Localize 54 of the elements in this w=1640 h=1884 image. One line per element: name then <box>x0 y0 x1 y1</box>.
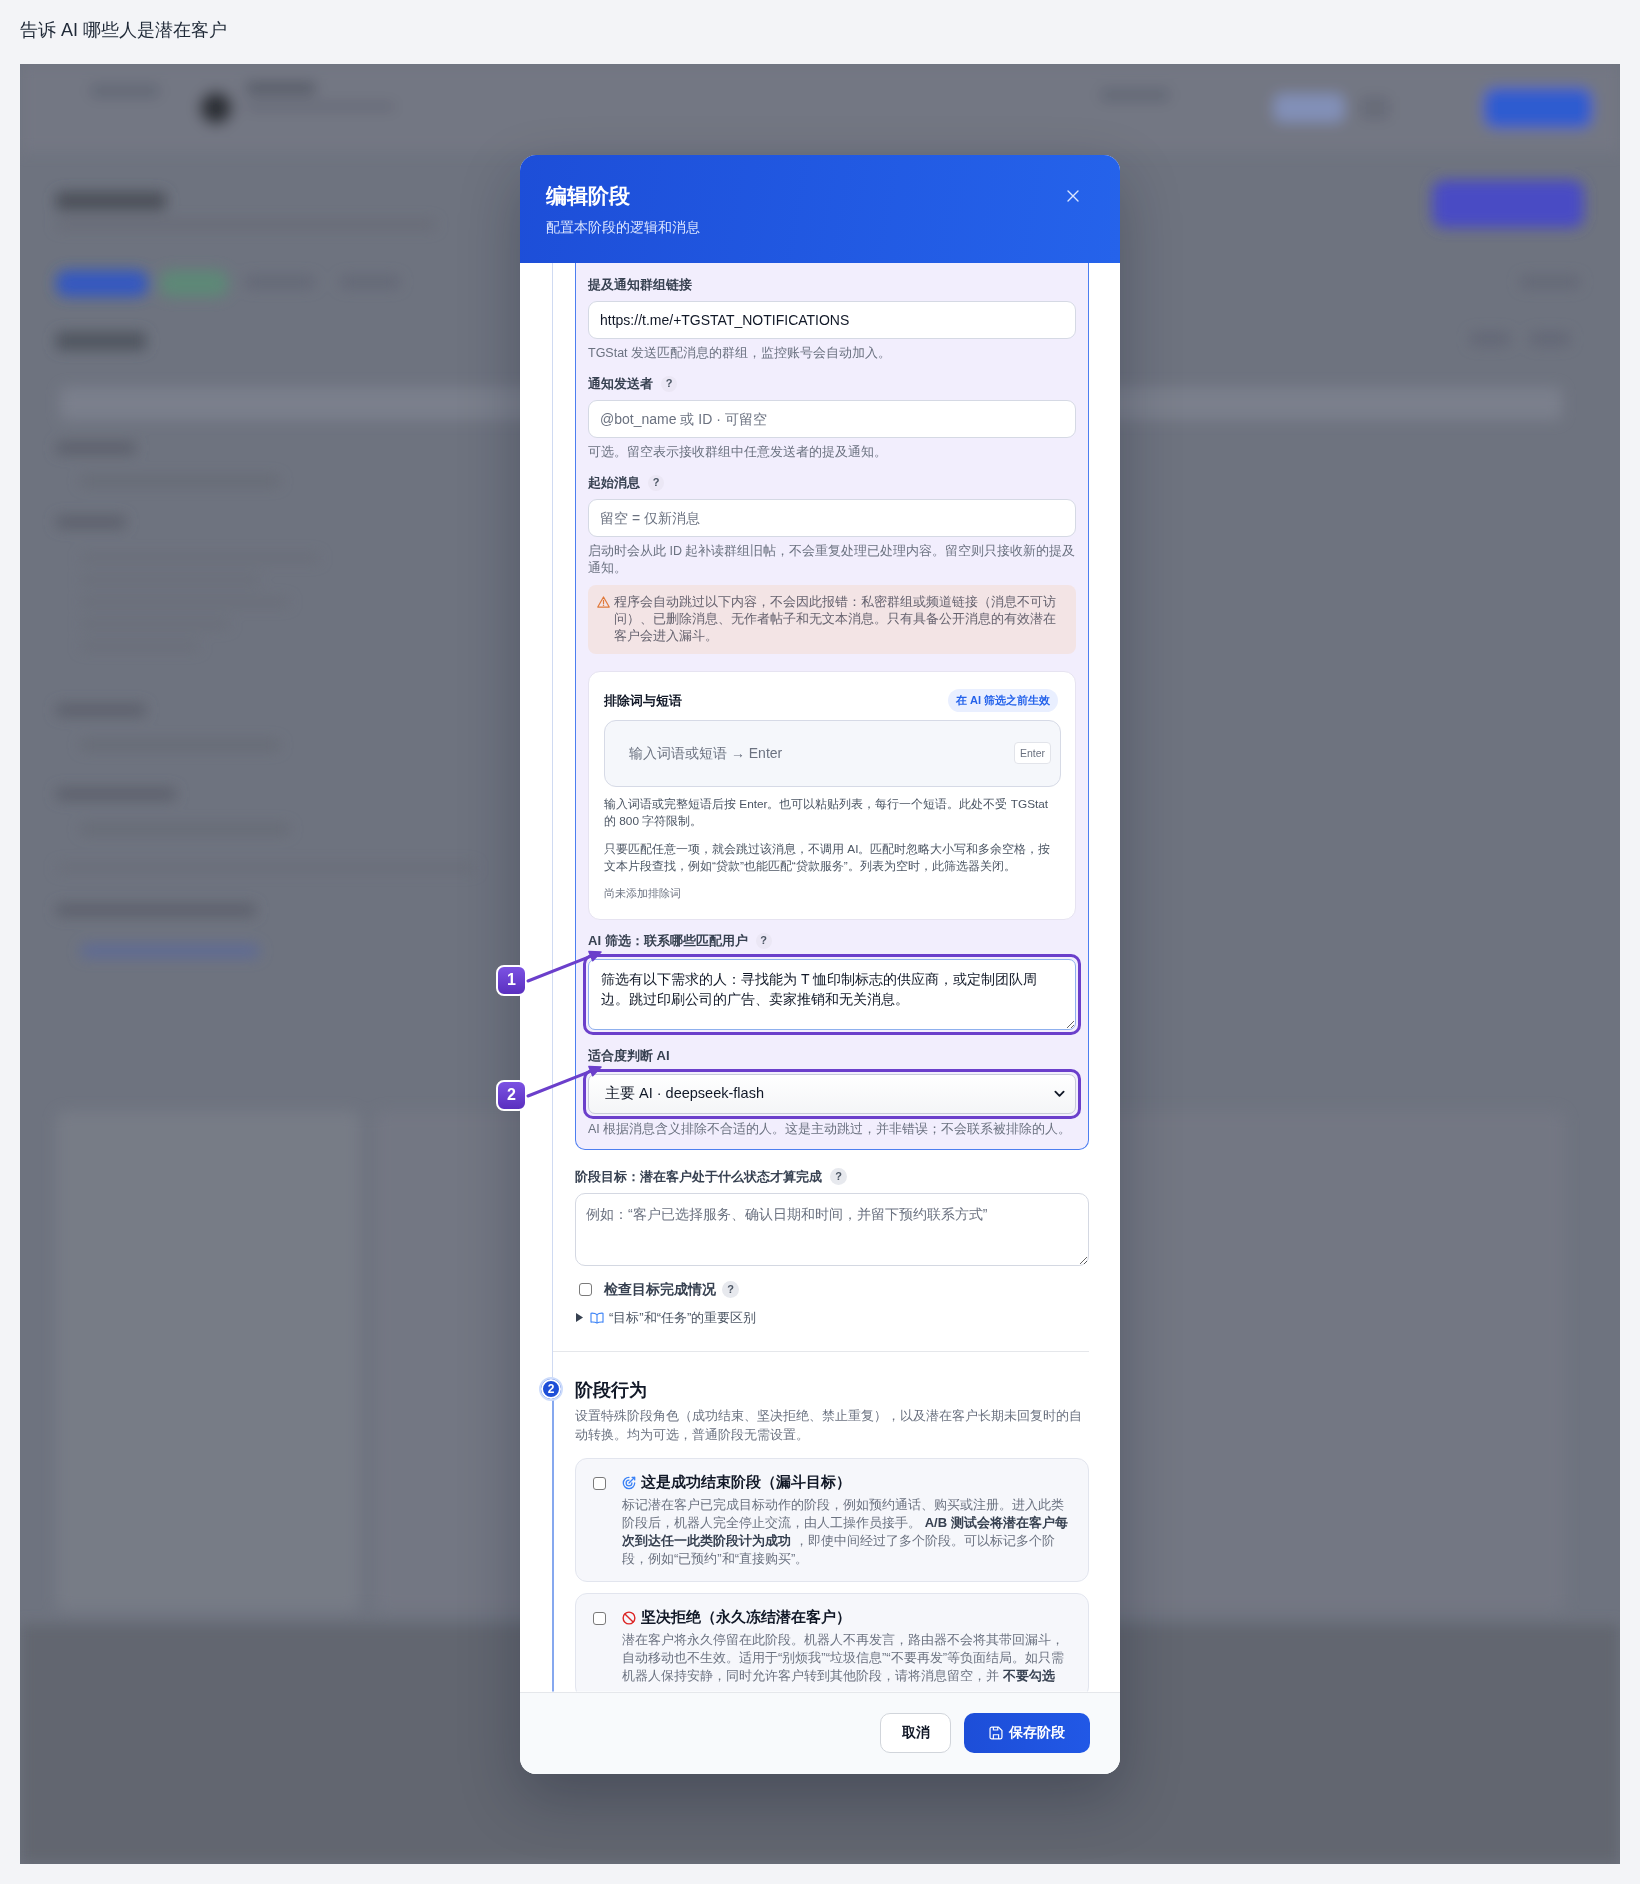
enter-key-hint: Enter <box>1013 742 1051 764</box>
field-label: AI 筛选：联系哪些匹配用户 <box>588 931 748 950</box>
disclosure-toggle[interactable]: “目标”和“任务”的重要区别 <box>575 1308 757 1327</box>
warning-text: 程序会自动跳过以下内容，不会因此报错：私密群组或频道链接（消息不可访问）、已删除消息、无作者帖子和无文本消息。只有具备公开消息的有效潜在客户会进入漏斗。 <box>614 593 1057 645</box>
option-description: 潜在客户将永久停留在此阶段。机器人不再发言，路由器不会将其带回漏斗，自动移动也不生效。适用于“别烦我”“垃圾信息”“不要再发”等负面结局。如只需机器人保持安静，同时允许客户转到其他阶段，请将消息留空，并 不要勾选 <box>622 1630 1065 1685</box>
chevron-down-icon <box>1054 1089 1065 1098</box>
cancel-button[interactable]: 取消 <box>880 1713 951 1753</box>
checkbox[interactable] <box>593 1476 606 1490</box>
help-mark[interactable]: ? <box>661 375 677 392</box>
checkbox[interactable] <box>579 1283 592 1296</box>
help-mark[interactable]: ? <box>722 1281 739 1298</box>
dialog-title: 编辑阶段 <box>546 182 630 209</box>
step-number: 2 <box>539 1376 563 1401</box>
field-label: 起始消息 <box>588 473 640 492</box>
model-select[interactable]: 主要 AI · deepseek-flash <box>588 1073 1076 1114</box>
section-title: 阶段行为 <box>575 1378 647 1402</box>
field-label: 通知发送者 <box>588 374 653 393</box>
prohibited-icon <box>622 1610 636 1625</box>
warning-icon <box>597 595 610 608</box>
goal-textarea[interactable]: 例如：“客户已选择服务、确认日期和时间，并留下预约联系方式” <box>575 1192 1089 1266</box>
save-icon <box>989 1726 1003 1740</box>
exclusion-note: 输入词语或完整短语后按 Enter。也可以粘贴列表，每行一个短语。此处不受 TGStat 的 800 字符限制。 <box>604 795 1050 830</box>
option-title: 这是成功结束阶段（漏斗目标） <box>641 1473 851 1492</box>
dialog-subtitle: 配置本阶段的逻辑和消息 <box>546 218 700 237</box>
book-icon <box>590 1311 604 1324</box>
annotation-number: 1 <box>496 964 527 996</box>
text-input[interactable]: 留空 = 仅新消息 <box>588 498 1076 537</box>
help-mark[interactable]: ? <box>830 1168 847 1185</box>
criteria-textarea[interactable]: 筛选有以下需求的人：寻找能为 T 恤印制标志的供应商，或定制团队周边。跳过印刷公司的广告、卖家推销和无关消息。 <box>588 958 1076 1030</box>
option-title: 坚决拒绝（永久冻结潜在客户） <box>641 1608 851 1627</box>
checkbox[interactable] <box>593 1611 606 1625</box>
scope-tag: 在 AI 筛选之前生效 <box>947 689 1058 712</box>
close-icon <box>1067 189 1079 202</box>
target-icon <box>622 1475 636 1490</box>
help-mark[interactable]: ? <box>755 932 772 949</box>
text-input[interactable]: @bot_name 或 ID · 可留空 <box>588 399 1076 438</box>
option-description: 标记潜在客户已完成目标动作的阶段，例如预约通话、购买或注册。进入此类阶段后，机器人完全停止交流，由人工操作员接手。 A/B 测试会将潜在客户每次到达任一此类阶段计为成功 ，即使中间经过了多个阶段。可以标记多个阶段，例如“已预约”和“直接购买”。 <box>622 1495 1069 1568</box>
section-description: 设置特殊阶段角色（成功结束、坚决拒绝、禁止重复），以及潜在客户长期未回复时的自动转换。均为可选，普通阶段无需设置。 <box>575 1406 1083 1444</box>
exclusion-title: 排除词与短语 <box>604 691 682 710</box>
exclusion-note: 只要匹配任意一项，就会跳过该消息，不调用 AI。匹配时忽略大小写和多余空格，按文本片段查找，例如“贷款”也能匹配“贷款服务”。列表为空时，此筛选器关闭。 <box>604 840 1052 875</box>
field-label: 阶段目标：潜在客户处于什么状态才算完成 <box>575 1167 822 1186</box>
field-hint: 启动时会从此 ID 起补读群组旧帖，不会重复处理已处理内容。留空则只接收新的提及通知。 <box>588 542 1076 577</box>
page-title: 告诉 AI 哪些人是潜在客户 <box>20 19 227 42</box>
field-hint: AI 根据消息含义排除不合适的人。这是主动跳过，并非错误；不会联系被排除的人。 <box>588 1120 1073 1138</box>
field-hint: 可选。留空表示接收群组中任意发送者的提及通知。 <box>588 443 888 461</box>
annotation-number: 2 <box>496 1079 527 1111</box>
text-input[interactable]: https://t.me/+TGSTAT_NOTIFICATIONS <box>588 300 1076 339</box>
checkbox-label: 检查目标完成情况 <box>604 1280 716 1299</box>
field-label: 适合度判断 AI <box>588 1046 670 1065</box>
help-mark[interactable]: ? <box>648 474 664 491</box>
save-button[interactable]: 保存阶段 <box>964 1713 1090 1753</box>
empty-state-text: 尚未添加排除词 <box>604 885 681 901</box>
field-label: 提及通知群组链接 <box>588 275 692 294</box>
field-hint: TGStat 发送匹配消息的群组，监控账号会自动加入。 <box>588 344 893 362</box>
